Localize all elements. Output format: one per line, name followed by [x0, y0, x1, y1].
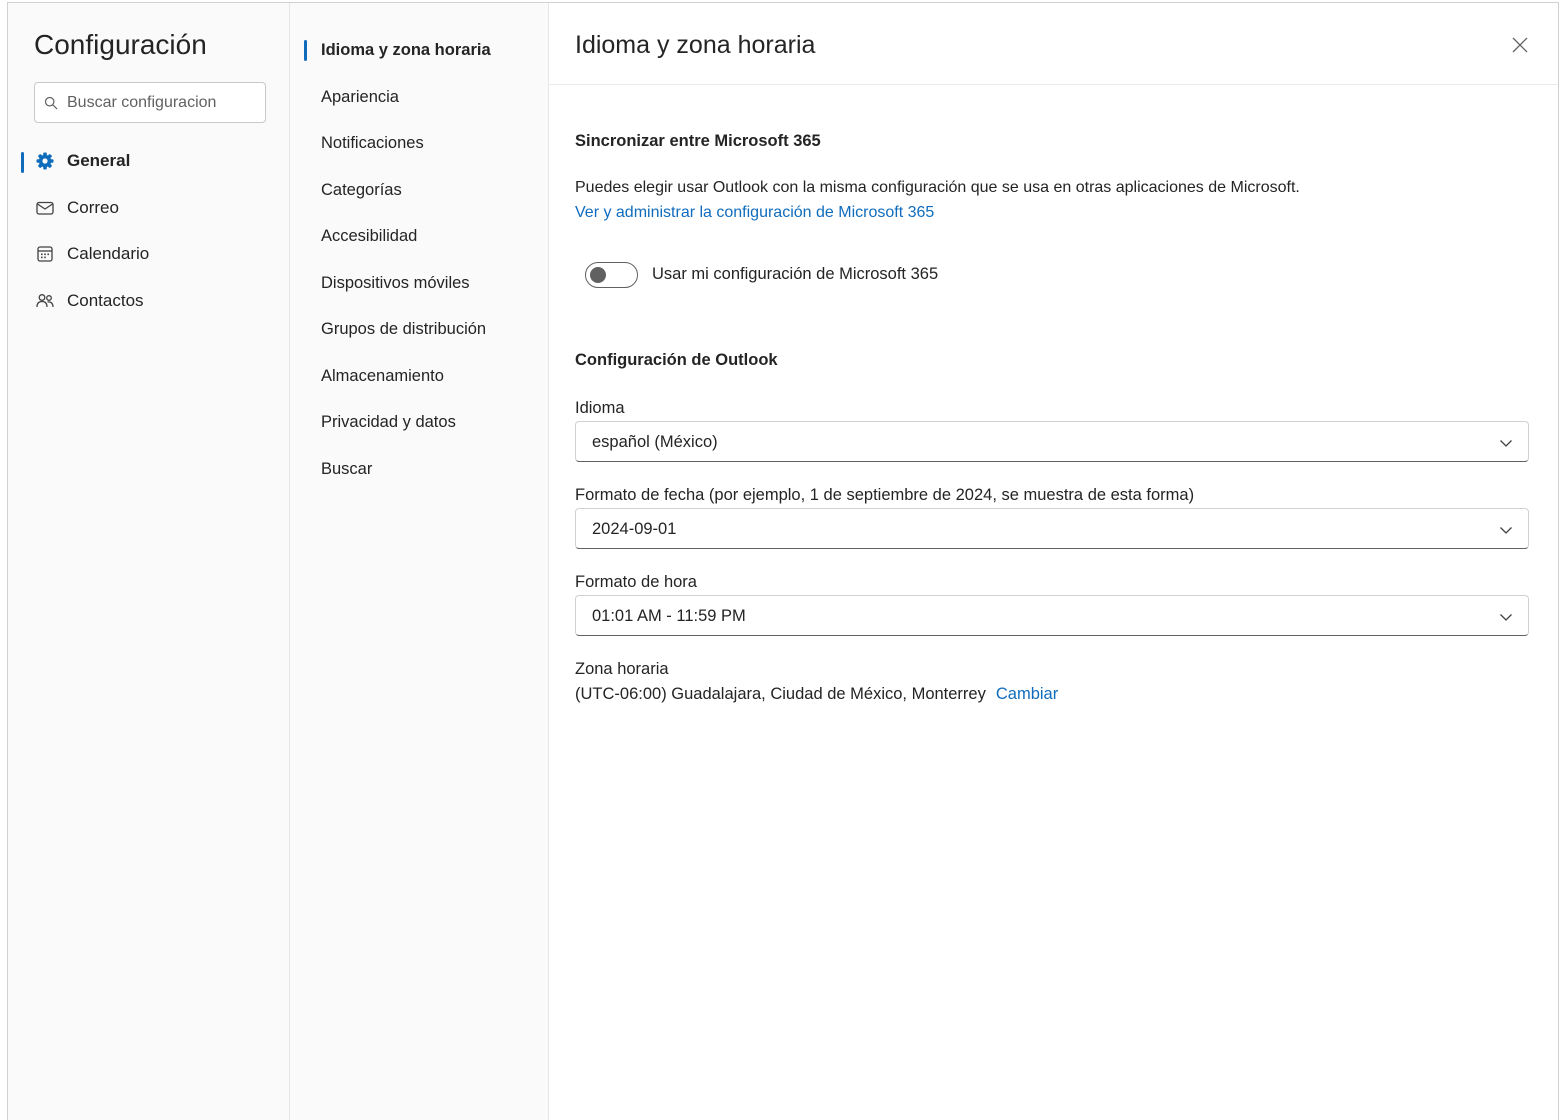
settings-content: Idioma y zona horaria Sincronizar entre … — [549, 3, 1558, 1120]
sidebar-item-label: General — [67, 151, 131, 171]
sidebar-item-general[interactable]: General — [8, 138, 290, 185]
category-nav: General Correo Calendario Contactos — [8, 138, 290, 324]
timezone-value: (UTC-06:00) Guadalajara, Ciudad de Méxic… — [575, 685, 986, 703]
language-value: español (México) — [592, 433, 718, 451]
sidebar-item-label: Contactos — [67, 290, 144, 310]
settings-sidebar: Configuración Buscar configuracion Gener… — [8, 3, 290, 1120]
people-icon — [35, 291, 55, 311]
sidebar-item-label: Correo — [67, 197, 119, 217]
timezone-row: (UTC-06:00) Guadalajara, Ciudad de Méxic… — [575, 685, 1058, 704]
timezone-label: Zona horaria — [575, 660, 669, 678]
date-format-value: 2024-09-01 — [592, 520, 677, 538]
outlook-section-heading: Configuración de Outlook — [575, 351, 778, 369]
subcategory-nav: Idioma y zona horaria Apariencia Notific… — [290, 27, 549, 492]
subnav-item-categorias[interactable]: Categorías — [290, 167, 549, 214]
language-label: Idioma — [575, 399, 625, 417]
manage-m365-link[interactable]: Ver y administrar la configuración de Mi… — [575, 204, 934, 222]
sync-description: Puedes elegir usar Outlook con la misma … — [575, 179, 1300, 196]
time-format-value: 01:01 AM - 11:59 PM — [592, 607, 746, 625]
chevron-down-icon — [1500, 440, 1512, 447]
calendar-icon — [35, 244, 55, 264]
toggle-knob — [590, 267, 606, 283]
sidebar-item-calendario[interactable]: Calendario — [8, 231, 290, 278]
subnav-item-idioma-zona-horaria[interactable]: Idioma y zona horaria — [290, 27, 549, 74]
sidebar-item-contactos[interactable]: Contactos — [8, 278, 290, 325]
subnav-item-accesibilidad[interactable]: Accesibilidad — [290, 213, 549, 260]
subnav-item-dispositivos-moviles[interactable]: Dispositivos móviles — [290, 260, 549, 307]
search-icon — [44, 96, 58, 109]
close-button[interactable] — [1508, 33, 1532, 57]
use-m365-settings-toggle[interactable] — [585, 262, 638, 288]
change-timezone-link[interactable]: Cambiar — [996, 685, 1058, 703]
date-format-dropdown[interactable]: 2024-09-01 — [575, 508, 1529, 549]
sync-section-heading: Sincronizar entre Microsoft 365 — [575, 132, 821, 150]
chevron-down-icon — [1500, 614, 1512, 621]
toggle-label: Usar mi configuración de Microsoft 365 — [652, 265, 939, 283]
mail-icon — [35, 198, 55, 218]
subnav-item-apariencia[interactable]: Apariencia — [290, 74, 549, 121]
search-input[interactable] — [67, 93, 257, 112]
content-header: Idioma y zona horaria — [549, 3, 1558, 85]
subnav-item-almacenamiento[interactable]: Almacenamiento — [290, 353, 549, 400]
language-dropdown[interactable]: español (México) — [575, 421, 1529, 462]
subnav-item-buscar[interactable]: Buscar — [290, 446, 549, 493]
date-format-label: Formato de fecha (por ejemplo, 1 de sept… — [575, 486, 1195, 504]
subnav-item-privacidad-datos[interactable]: Privacidad y datos — [290, 399, 549, 446]
close-icon — [1512, 37, 1528, 53]
subnav-item-notificaciones[interactable]: Notificaciones — [290, 120, 549, 167]
chevron-down-icon — [1500, 527, 1512, 534]
search-box[interactable] — [34, 82, 266, 123]
subcategory-pane: Idioma y zona horaria Apariencia Notific… — [290, 3, 549, 1120]
settings-title: Configuración — [34, 29, 207, 60]
sidebar-item-correo[interactable]: Correo — [8, 185, 290, 232]
time-format-label: Formato de hora — [575, 573, 697, 591]
sidebar-item-label: Calendario — [67, 244, 150, 264]
settings-dialog: Configuración Buscar configuracion Gener… — [7, 2, 1559, 1120]
page-title: Idioma y zona horaria — [575, 31, 816, 59]
gear-icon — [35, 151, 55, 171]
time-format-dropdown[interactable]: 01:01 AM - 11:59 PM — [575, 595, 1529, 636]
subnav-item-grupos-distribucion[interactable]: Grupos de distribución — [290, 306, 549, 353]
